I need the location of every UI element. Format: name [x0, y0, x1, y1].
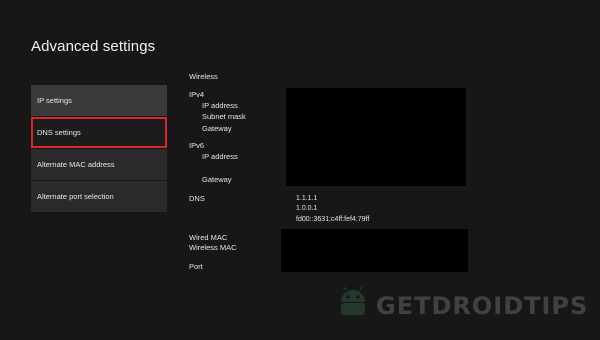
page-title: Advanced settings — [31, 38, 156, 55]
port-label: Port — [189, 262, 203, 271]
ipv4-label: IPv4 — [189, 90, 205, 99]
ipv6-ip-address-label: IP address — [202, 152, 238, 161]
android-robot-icon — [336, 286, 370, 325]
menu-item-alternate-mac[interactable]: Alternate MAC address — [31, 149, 167, 180]
subnet-mask-label: Subnet mask — [202, 112, 246, 121]
settings-menu: IP settings DNS settings Alternate MAC a… — [31, 85, 167, 213]
ipv4-ip-address-label: IP address — [202, 101, 238, 110]
redacted-mac-block — [281, 229, 468, 272]
wired-mac-label: Wired MAC — [189, 233, 228, 242]
wireless-mac-label: Wireless MAC — [189, 243, 237, 252]
dns-label: DNS — [189, 194, 205, 203]
menu-item-alternate-port[interactable]: Alternate port selection — [31, 181, 167, 212]
ipv6-label: IPv6 — [189, 141, 205, 150]
watermark-text: GETDROIDTIPS — [376, 291, 589, 320]
ipv4-gateway-label: Gateway — [202, 124, 232, 133]
menu-item-dns-settings[interactable]: DNS settings — [31, 117, 167, 148]
watermark: GETDROIDTIPS — [336, 286, 588, 325]
menu-item-ip-settings[interactable]: IP settings — [31, 85, 167, 116]
dns-ipv6-value: fd00::3631:c4ff:fef4:79ff — [296, 216, 370, 223]
dns-secondary-value: 1.0.0.1 — [296, 205, 318, 212]
wireless-label: Wireless — [189, 72, 218, 81]
redacted-ip-block — [286, 88, 466, 186]
dns-primary-value: 1.1.1.1 — [296, 195, 318, 202]
ipv6-gateway-label: Gateway — [202, 175, 232, 184]
